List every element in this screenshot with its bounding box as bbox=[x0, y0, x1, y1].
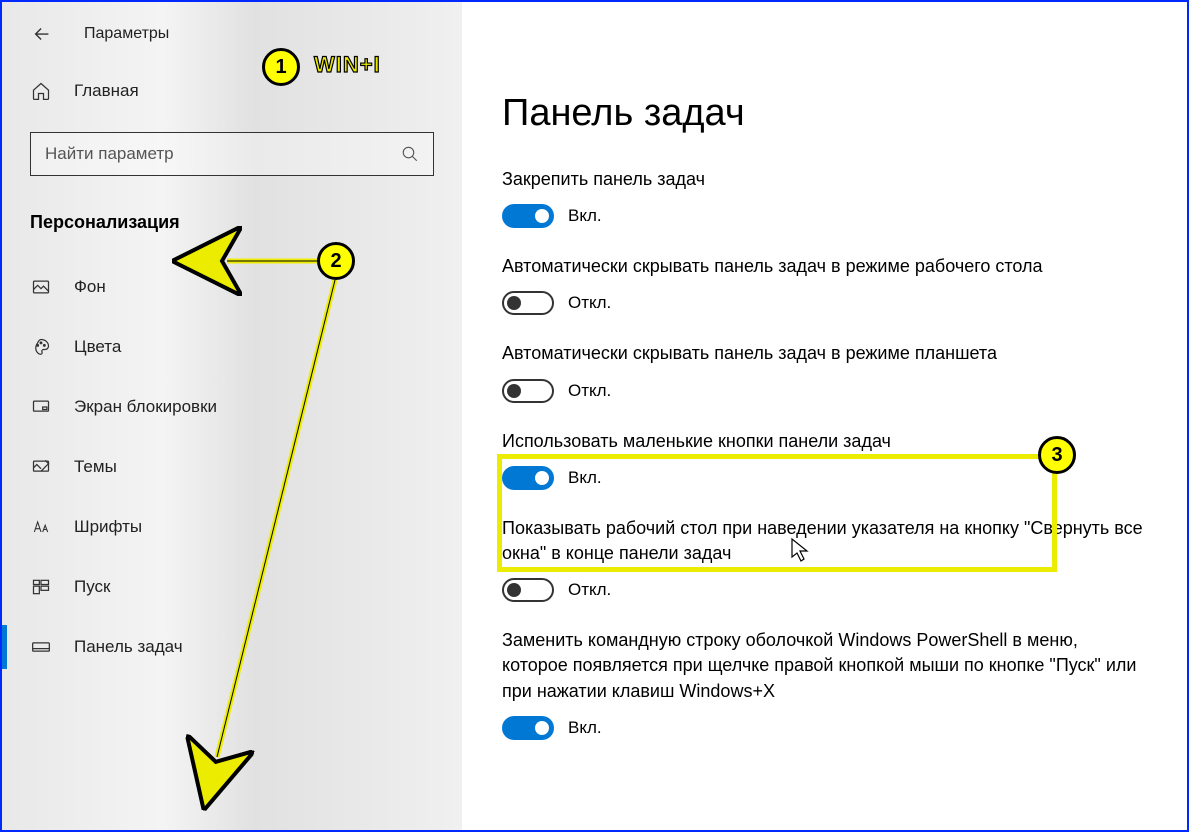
setting-label: Автоматически скрывать панель задач в ре… bbox=[502, 254, 1147, 279]
start-icon bbox=[30, 576, 52, 598]
sidebar-item-label: Панель задач bbox=[74, 637, 183, 657]
home-nav[interactable]: Главная bbox=[2, 66, 462, 116]
setting-label: Закрепить панель задач bbox=[502, 167, 1147, 192]
header-row: Параметры bbox=[2, 22, 462, 66]
back-button[interactable] bbox=[30, 22, 54, 46]
toggle-state: Откл. bbox=[568, 293, 611, 313]
main-content: Панель задач Закрепить панель задач Вкл.… bbox=[462, 2, 1187, 830]
arrow-left-icon bbox=[31, 23, 53, 45]
annotation-badge-1: 1 bbox=[262, 48, 300, 86]
app-title: Параметры bbox=[84, 25, 169, 43]
sidebar-item-label: Пуск bbox=[74, 577, 110, 597]
toggle-state: Вкл. bbox=[568, 206, 602, 226]
lockscreen-icon bbox=[30, 396, 52, 418]
toggle-autohide-desktop[interactable] bbox=[502, 291, 554, 315]
setting-label: Автоматически скрывать панель задач в ре… bbox=[502, 341, 1147, 366]
sidebar-item-label: Темы bbox=[74, 457, 117, 477]
sidebar-item-start[interactable]: Пуск bbox=[2, 557, 462, 617]
fonts-icon bbox=[30, 516, 52, 538]
setting-peek-desktop: Показывать рабочий стол при наведении ук… bbox=[502, 516, 1147, 602]
setting-label: Показывать рабочий стол при наведении ук… bbox=[502, 516, 1147, 566]
sidebar: Параметры Главная Персонализация Фон Цве… bbox=[2, 2, 462, 830]
setting-label: Заменить командную строку оболочкой Wind… bbox=[502, 628, 1147, 704]
toggle-lock-taskbar[interactable] bbox=[502, 204, 554, 228]
toggle-state: Откл. bbox=[568, 381, 611, 401]
setting-autohide-tablet: Автоматически скрывать панель задач в ре… bbox=[502, 341, 1147, 402]
annotation-badge-2: 2 bbox=[317, 242, 355, 280]
page-title: Панель задач bbox=[502, 92, 1147, 135]
sidebar-item-label: Цвета bbox=[74, 337, 121, 357]
home-icon bbox=[30, 80, 52, 102]
sidebar-item-colors[interactable]: Цвета bbox=[2, 317, 462, 377]
sidebar-item-label: Экран блокировки bbox=[74, 397, 217, 417]
search-input[interactable] bbox=[45, 144, 401, 164]
sidebar-item-label: Фон bbox=[74, 277, 106, 297]
annotation-badge-3: 3 bbox=[1038, 436, 1076, 474]
setting-lock-taskbar: Закрепить панель задач Вкл. bbox=[502, 167, 1147, 228]
palette-icon bbox=[30, 336, 52, 358]
setting-autohide-desktop: Автоматически скрывать панель задач в ре… bbox=[502, 254, 1147, 315]
taskbar-icon bbox=[30, 636, 52, 658]
toggle-autohide-tablet[interactable] bbox=[502, 379, 554, 403]
sidebar-item-fonts[interactable]: Шрифты bbox=[2, 497, 462, 557]
settings-window: Параметры Главная Персонализация Фон Цве… bbox=[0, 0, 1189, 832]
toggle-state: Вкл. bbox=[568, 468, 602, 488]
search-icon bbox=[401, 145, 419, 163]
toggle-peek-desktop[interactable] bbox=[502, 578, 554, 602]
cursor-icon bbox=[790, 537, 810, 563]
sidebar-item-lockscreen[interactable]: Экран блокировки bbox=[2, 377, 462, 437]
image-icon bbox=[30, 276, 52, 298]
category-title: Персонализация bbox=[2, 196, 462, 257]
search-box[interactable] bbox=[30, 132, 434, 176]
themes-icon bbox=[30, 456, 52, 478]
annotation-shortcut-label: WIN+I bbox=[314, 52, 381, 78]
toggle-powershell[interactable] bbox=[502, 716, 554, 740]
toggle-small-buttons[interactable] bbox=[502, 466, 554, 490]
sidebar-item-label: Шрифты bbox=[74, 517, 142, 537]
setting-powershell: Заменить командную строку оболочкой Wind… bbox=[502, 628, 1147, 740]
sidebar-item-background[interactable]: Фон bbox=[2, 257, 462, 317]
sidebar-item-taskbar[interactable]: Панель задач bbox=[2, 617, 462, 677]
sidebar-item-themes[interactable]: Темы bbox=[2, 437, 462, 497]
toggle-state: Вкл. bbox=[568, 718, 602, 738]
toggle-state: Откл. bbox=[568, 580, 611, 600]
home-label: Главная bbox=[74, 81, 139, 101]
